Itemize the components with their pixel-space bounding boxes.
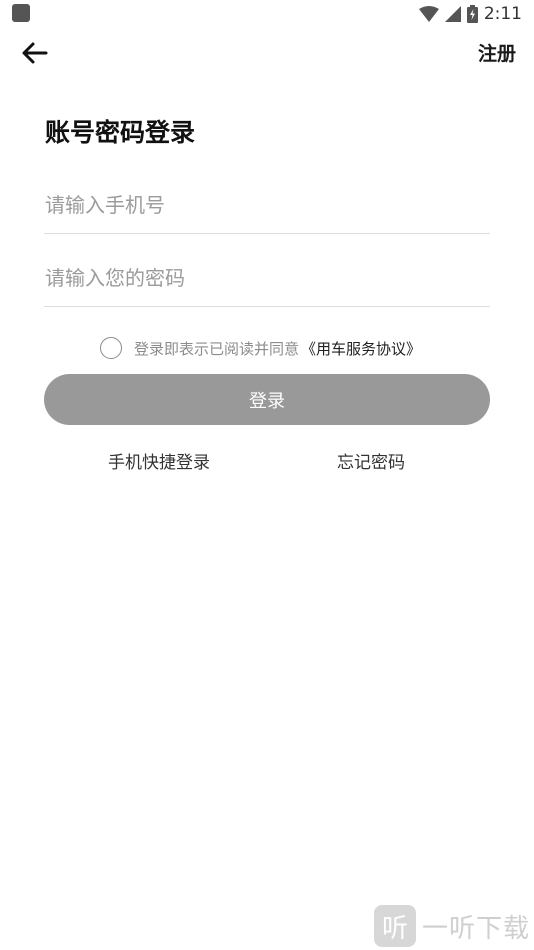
login-button[interactable]: 登录: [44, 374, 490, 425]
status-icons: 2:11: [418, 3, 522, 25]
watermark-text: 一听下载: [421, 913, 530, 944]
register-link[interactable]: 注册: [478, 39, 516, 66]
nav-bar: 注册: [0, 30, 534, 76]
quick-login-link[interactable]: 手机快捷登录: [108, 448, 210, 473]
page-title: 账号密码登录: [45, 118, 196, 147]
cell-signal-icon: [444, 6, 461, 22]
forgot-password-link[interactable]: 忘记密码: [337, 448, 405, 473]
watermark-logo-icon: 听: [373, 905, 416, 947]
agreement-text: 登录即表示已阅读并同意: [134, 339, 300, 358]
password-input[interactable]: [45, 262, 485, 294]
back-arrow-icon[interactable]: [20, 38, 50, 68]
status-bar: 2:11: [0, 0, 534, 28]
phone-field: [44, 172, 490, 234]
status-time: 2:11: [483, 4, 522, 24]
phone-input[interactable]: [45, 189, 485, 221]
service-agreement-link[interactable]: 《用车服务协议》: [301, 338, 421, 359]
password-field: [44, 245, 490, 307]
wifi-icon: [418, 6, 439, 22]
agreement-row: 登录即表示已阅读并同意 《用车服务协议》: [100, 336, 421, 360]
watermark: 听 一听下载: [368, 902, 534, 950]
notification-app-icon: [12, 4, 30, 22]
agreement-radio[interactable]: [100, 337, 122, 359]
battery-icon: [466, 5, 478, 23]
